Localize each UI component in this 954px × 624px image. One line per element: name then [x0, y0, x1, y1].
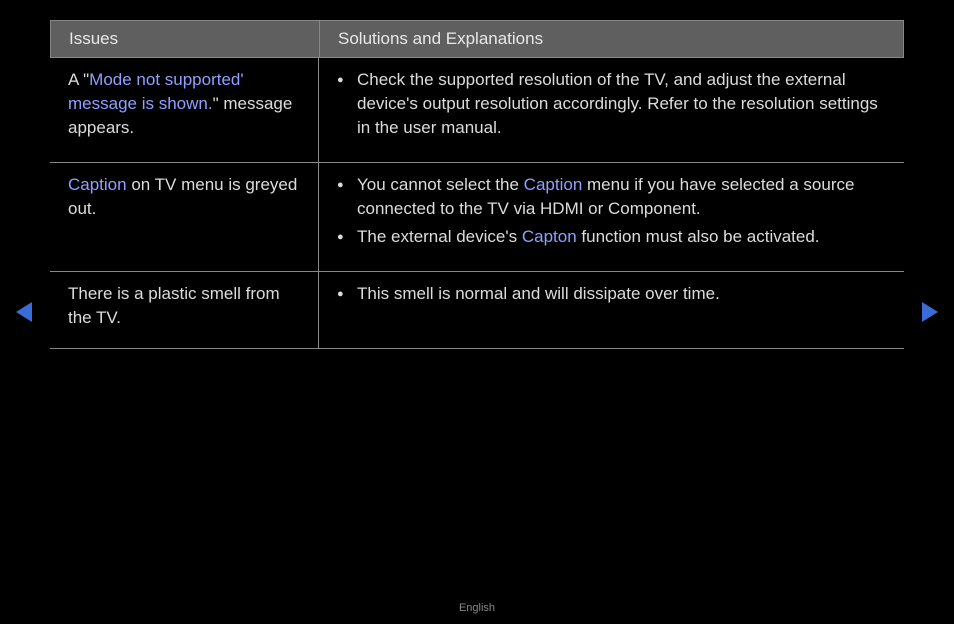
footer-language: English [0, 602, 954, 614]
issue-highlight: Caption [68, 175, 127, 194]
header-solutions: Solutions and Explanations [319, 21, 903, 57]
solution-list: This smell is normal and will dissipate … [337, 282, 886, 306]
solution-list: You cannot select the Caption menu if yo… [337, 173, 886, 249]
solution-item: The external device's Capton function mu… [337, 225, 886, 249]
issue-text-pre: A " [68, 70, 89, 89]
sol-highlight: Caption [524, 175, 583, 194]
solution-list: Check the supported resolution of the TV… [337, 68, 886, 140]
chevron-left-icon [16, 302, 34, 322]
sol-highlight: Capton [522, 227, 577, 246]
table-row: A "Mode not supported' message is shown.… [50, 58, 904, 163]
issue-cell: A "Mode not supported' message is shown.… [50, 58, 318, 162]
table-row: There is a plastic smell from the TV. Th… [50, 272, 904, 349]
solution-cell: This smell is normal and will dissipate … [318, 272, 904, 348]
header-issues: Issues [51, 21, 319, 57]
solution-cell: You cannot select the Caption menu if yo… [318, 163, 904, 271]
table-row: Caption on TV menu is greyed out. You ca… [50, 163, 904, 272]
issue-cell: Caption on TV menu is greyed out. [50, 163, 318, 271]
chevron-right-icon [920, 302, 938, 322]
issue-cell: There is a plastic smell from the TV. [50, 272, 318, 348]
sol-text: The external device's [357, 227, 522, 246]
solution-item: You cannot select the Caption menu if yo… [337, 173, 886, 221]
solution-cell: Check the supported resolution of the TV… [318, 58, 904, 162]
solution-item: Check the supported resolution of the TV… [337, 68, 886, 140]
troubleshoot-table: Issues Solutions and Explanations A "Mod… [50, 20, 904, 349]
table-header-row: Issues Solutions and Explanations [50, 20, 904, 58]
nav-prev-button[interactable] [16, 302, 34, 322]
nav-next-button[interactable] [920, 302, 938, 322]
sol-text: function must also be activated. [577, 227, 820, 246]
sol-text: You cannot select the [357, 175, 524, 194]
solution-item: This smell is normal and will dissipate … [337, 282, 886, 306]
